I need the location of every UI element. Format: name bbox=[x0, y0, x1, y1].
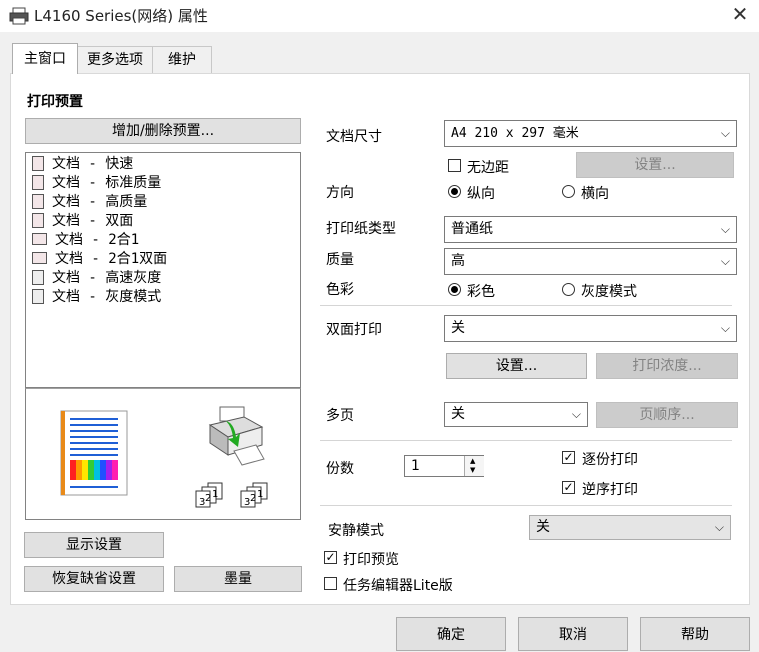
collate-checkbox[interactable]: ✓ bbox=[562, 451, 575, 464]
multipage-select[interactable]: 关 ⌵ bbox=[444, 402, 588, 427]
presets-heading: 打印预置 bbox=[27, 94, 83, 110]
paper-size-value: A4 210 x 297 毫米 bbox=[451, 126, 579, 141]
divider bbox=[320, 440, 732, 441]
add-remove-preset-button[interactable]: 增加/删除预置... bbox=[25, 118, 301, 144]
reverse-order-label: 逆序打印 bbox=[582, 482, 638, 498]
two-up-icon bbox=[32, 233, 47, 245]
tab-maintenance[interactable]: 维护 bbox=[152, 46, 212, 73]
multipage-label: 多页 bbox=[326, 408, 354, 424]
show-settings-button[interactable]: 显示设置 bbox=[24, 532, 164, 558]
chevron-down-icon[interactable]: ▼ bbox=[470, 466, 475, 474]
color-radio[interactable] bbox=[448, 283, 461, 296]
chevron-down-icon: ⌵ bbox=[720, 222, 730, 236]
paper-type-value: 普通纸 bbox=[451, 221, 493, 237]
grayscale-document-icon bbox=[32, 288, 44, 304]
multipage-value: 关 bbox=[451, 406, 465, 422]
chevron-down-icon: ⌵ bbox=[714, 520, 724, 534]
document-icon bbox=[32, 155, 44, 171]
paper-size-label: 文档尺寸 bbox=[326, 129, 382, 145]
quiet-mode-select[interactable]: 关 ⌵ bbox=[529, 515, 731, 540]
list-item[interactable]: 文档 - 快速 bbox=[32, 155, 133, 174]
orientation-label: 方向 bbox=[326, 185, 354, 201]
grayscale-label: 灰度模式 bbox=[581, 284, 637, 300]
list-item[interactable]: 文档 - 2合1 bbox=[32, 231, 139, 250]
print-preview-checkbox[interactable]: ✓ bbox=[324, 551, 337, 564]
collate-number: 1 bbox=[212, 489, 218, 500]
paper-size-select[interactable]: A4 210 x 297 毫米 ⌵ bbox=[444, 120, 737, 147]
document-icon bbox=[32, 174, 44, 190]
duplex-label: 双面打印 bbox=[326, 322, 382, 338]
paper-type-label: 打印纸类型 bbox=[326, 221, 396, 237]
chevron-down-icon: ⌵ bbox=[571, 407, 581, 421]
page-preview-icon bbox=[60, 410, 128, 496]
job-arranger-checkbox[interactable] bbox=[324, 577, 337, 590]
list-item[interactable]: 文档 - 高速灰度 bbox=[32, 269, 161, 288]
cancel-button[interactable]: 取消 bbox=[518, 617, 628, 651]
collate-number: 1 bbox=[257, 489, 263, 500]
borderless-settings-button[interactable]: 设置... bbox=[576, 152, 734, 178]
document-icon bbox=[32, 193, 44, 209]
reverse-order-checkbox[interactable]: ✓ bbox=[562, 481, 575, 494]
window-title: L4160 Series(网络) 属性 bbox=[34, 7, 208, 25]
print-preview-label: 打印预览 bbox=[343, 552, 399, 568]
collate-number: 2 bbox=[250, 493, 256, 504]
printer-icon bbox=[9, 7, 29, 25]
chevron-down-icon: ⌵ bbox=[720, 254, 730, 268]
grayscale-document-icon bbox=[32, 269, 44, 285]
divider bbox=[320, 505, 732, 506]
borderless-checkbox[interactable] bbox=[448, 159, 461, 172]
chevron-down-icon: ⌵ bbox=[720, 126, 730, 140]
borderless-label: 无边距 bbox=[467, 160, 509, 176]
tab-more-options[interactable]: 更多选项 bbox=[77, 46, 153, 73]
close-icon[interactable]: ✕ bbox=[729, 3, 751, 25]
duplex-value: 关 bbox=[451, 320, 465, 336]
quiet-mode-value: 关 bbox=[536, 519, 550, 535]
tab-main[interactable]: 主窗口 bbox=[12, 43, 78, 74]
chevron-down-icon: ⌵ bbox=[720, 321, 730, 335]
printer-output-icon bbox=[208, 406, 265, 466]
paper-type-select[interactable]: 普通纸 ⌵ bbox=[444, 216, 737, 243]
list-item[interactable]: 文档 - 高质量 bbox=[32, 193, 147, 212]
list-item[interactable]: 文档 - 灰度模式 bbox=[32, 288, 161, 307]
chevron-up-icon[interactable]: ▲ bbox=[470, 457, 475, 465]
ink-levels-button[interactable]: 墨量 bbox=[174, 566, 302, 592]
print-density-button[interactable]: 打印浓度... bbox=[596, 353, 738, 379]
two-up-duplex-icon bbox=[32, 252, 47, 264]
collate-icon-b: 3 2 1 bbox=[240, 482, 268, 508]
quiet-mode-label: 安静模式 bbox=[328, 523, 384, 539]
list-item[interactable]: 文档 - 双面 bbox=[32, 212, 133, 231]
landscape-radio[interactable] bbox=[562, 185, 575, 198]
collate-icon-a: 3 2 1 bbox=[195, 482, 223, 508]
ok-button[interactable]: 确定 bbox=[396, 617, 506, 651]
portrait-radio[interactable] bbox=[448, 185, 461, 198]
copies-stepper[interactable]: ▲ ▼ bbox=[464, 456, 484, 476]
collate-label: 逐份打印 bbox=[582, 452, 638, 468]
grayscale-radio[interactable] bbox=[562, 283, 575, 296]
copies-label: 份数 bbox=[326, 461, 354, 477]
print-preview-area: 3 2 1 3 2 1 bbox=[25, 388, 301, 520]
preset-list[interactable]: 文档 - 快速 文档 - 标准质量 文档 - 高质量 文档 - 双面 文档 - … bbox=[25, 152, 301, 388]
copies-value: 1 bbox=[411, 458, 420, 474]
portrait-label: 纵向 bbox=[467, 186, 495, 202]
list-item[interactable]: 文档 - 标准质量 bbox=[32, 174, 161, 193]
help-button[interactable]: 帮助 bbox=[640, 617, 750, 651]
quality-value: 高 bbox=[451, 253, 465, 269]
divider bbox=[320, 305, 732, 306]
color-option-label: 彩色 bbox=[467, 284, 495, 300]
list-item[interactable]: 文档 - 2合1双面 bbox=[32, 250, 167, 269]
duplex-document-icon bbox=[32, 212, 44, 228]
landscape-label: 横向 bbox=[581, 186, 609, 202]
page-order-button[interactable]: 页顺序... bbox=[596, 402, 738, 428]
job-arranger-label: 任务编辑器Lite版 bbox=[343, 578, 453, 594]
duplex-select[interactable]: 关 ⌵ bbox=[444, 315, 737, 342]
duplex-settings-button[interactable]: 设置... bbox=[446, 353, 587, 379]
quality-label: 质量 bbox=[326, 252, 354, 268]
collate-number: 2 bbox=[205, 493, 211, 504]
quality-select[interactable]: 高 ⌵ bbox=[444, 248, 737, 275]
color-label: 色彩 bbox=[326, 282, 354, 298]
restore-defaults-button[interactable]: 恢复缺省设置 bbox=[24, 566, 164, 592]
